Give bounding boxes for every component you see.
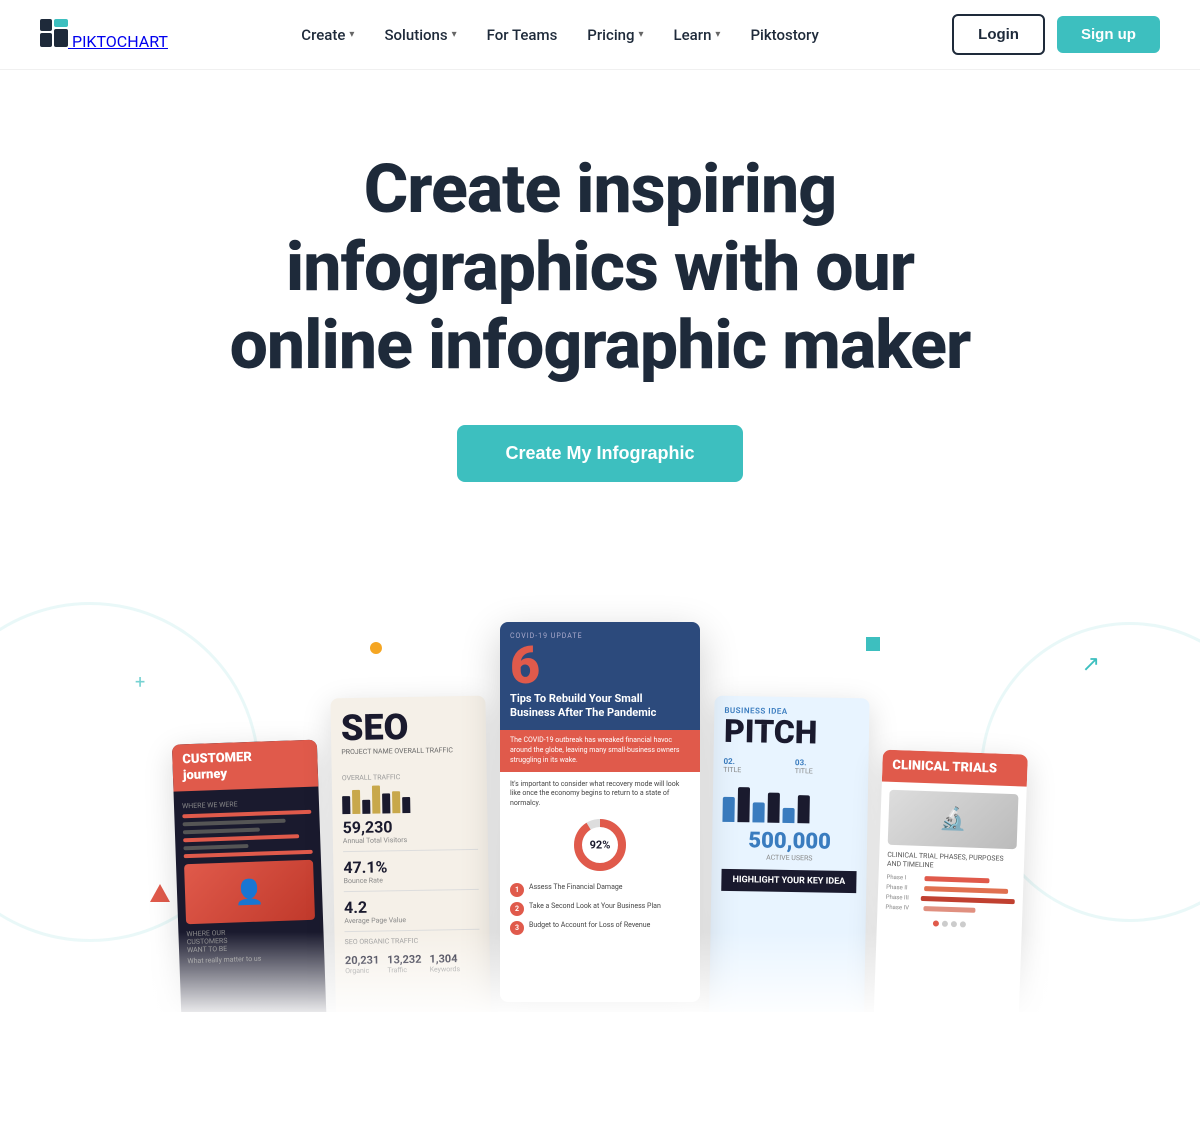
deco-cursor-icon: ↗ — [1082, 652, 1100, 677]
nav-item-create[interactable]: Create ▾ — [289, 18, 366, 52]
chevron-down-icon: ▾ — [452, 29, 457, 40]
card3-body-text: It's important to consider what recovery… — [510, 780, 690, 809]
card5-dots — [885, 918, 1014, 928]
card2-chart — [342, 781, 478, 813]
nav-item-solutions[interactable]: Solutions ▾ — [372, 18, 468, 52]
card3-pct: 92% — [590, 838, 611, 851]
card1-illustration: 👤 — [184, 859, 315, 923]
card3-steps: 1 Assess The Financial Damage 2 Take a S… — [510, 883, 690, 935]
card4-highlight: HIGHLIGHT YOUR KEY IDEA — [721, 868, 856, 892]
card4-stat-label: ACTIVE USERS — [722, 852, 857, 862]
piktochart-logo-icon — [40, 19, 68, 47]
chevron-down-icon: ▾ — [639, 29, 644, 40]
step-2: 2 Take a Second Look at Your Business Pl… — [510, 902, 690, 916]
nav-actions: Login Sign up — [952, 14, 1160, 55]
nav-item-pricing[interactable]: Pricing ▾ — [575, 18, 655, 52]
hero-section: Create inspiring infographics with our o… — [0, 70, 1200, 522]
nav-links: Create ▾ Solutions ▾ For Teams Pricing ▾… — [289, 18, 831, 52]
card4-stat: 500,000 — [722, 827, 857, 854]
nav-item-piktostory[interactable]: Piktostory — [738, 18, 830, 52]
card2-stat2: 47.1% — [343, 855, 478, 876]
chevron-down-icon: ▾ — [349, 29, 354, 40]
nav-item-learn[interactable]: Learn ▾ — [662, 18, 733, 52]
login-button[interactable]: Login — [952, 14, 1045, 55]
person-icon: 👤 — [234, 877, 265, 906]
showcase-section: + ↗ CUSTOMERjourney WHERE WE WERE 👤 WHER… — [0, 582, 1200, 1012]
reflection-overlay — [0, 932, 1200, 1012]
nav-logo[interactable]: PIKTOCHART — [40, 19, 168, 51]
card4-pitch: PITCH — [724, 714, 860, 748]
chevron-down-icon: ▾ — [715, 29, 720, 40]
card2-seo-title: SEO — [341, 707, 477, 745]
signup-button[interactable]: Sign up — [1057, 16, 1160, 53]
card4-bar-chart — [722, 781, 858, 823]
card2-subtitle: PROJECT NAME OVERALL TRAFFIC — [341, 745, 476, 755]
logo-text: PIKTOCHART — [72, 32, 168, 51]
medical-icon: 🔬 — [939, 806, 967, 832]
card3-donut-chart: 92% — [570, 815, 630, 875]
card3-num: 6 — [510, 640, 690, 692]
deco-plus-icon: + — [135, 672, 145, 693]
card3-mid-text: The COVID-19 outbreak has wreaked financ… — [510, 736, 690, 765]
card5-title: CLINICAL TRIALS — [892, 757, 1017, 777]
card1-title: CUSTOMERjourney — [182, 747, 308, 783]
step-1: 1 Assess The Financial Damage — [510, 883, 690, 897]
cta-button[interactable]: Create My Infographic — [457, 425, 742, 482]
card5-image: 🔬 — [888, 789, 1019, 848]
card2-stat1: 59,230 — [342, 815, 477, 836]
navbar: PIKTOCHART Create ▾ Solutions ▾ For Team… — [0, 0, 1200, 70]
hero-title: Create inspiring infographics with our o… — [210, 150, 990, 385]
card3-tips: Tips To Rebuild Your Small Business Afte… — [510, 692, 690, 721]
nav-item-for-teams[interactable]: For Teams — [475, 18, 570, 52]
card5-text1: CLINICAL TRIAL PHASES, PURPOSES AND TIME… — [887, 850, 1017, 874]
card2-stat3: 4.2 — [344, 895, 479, 916]
